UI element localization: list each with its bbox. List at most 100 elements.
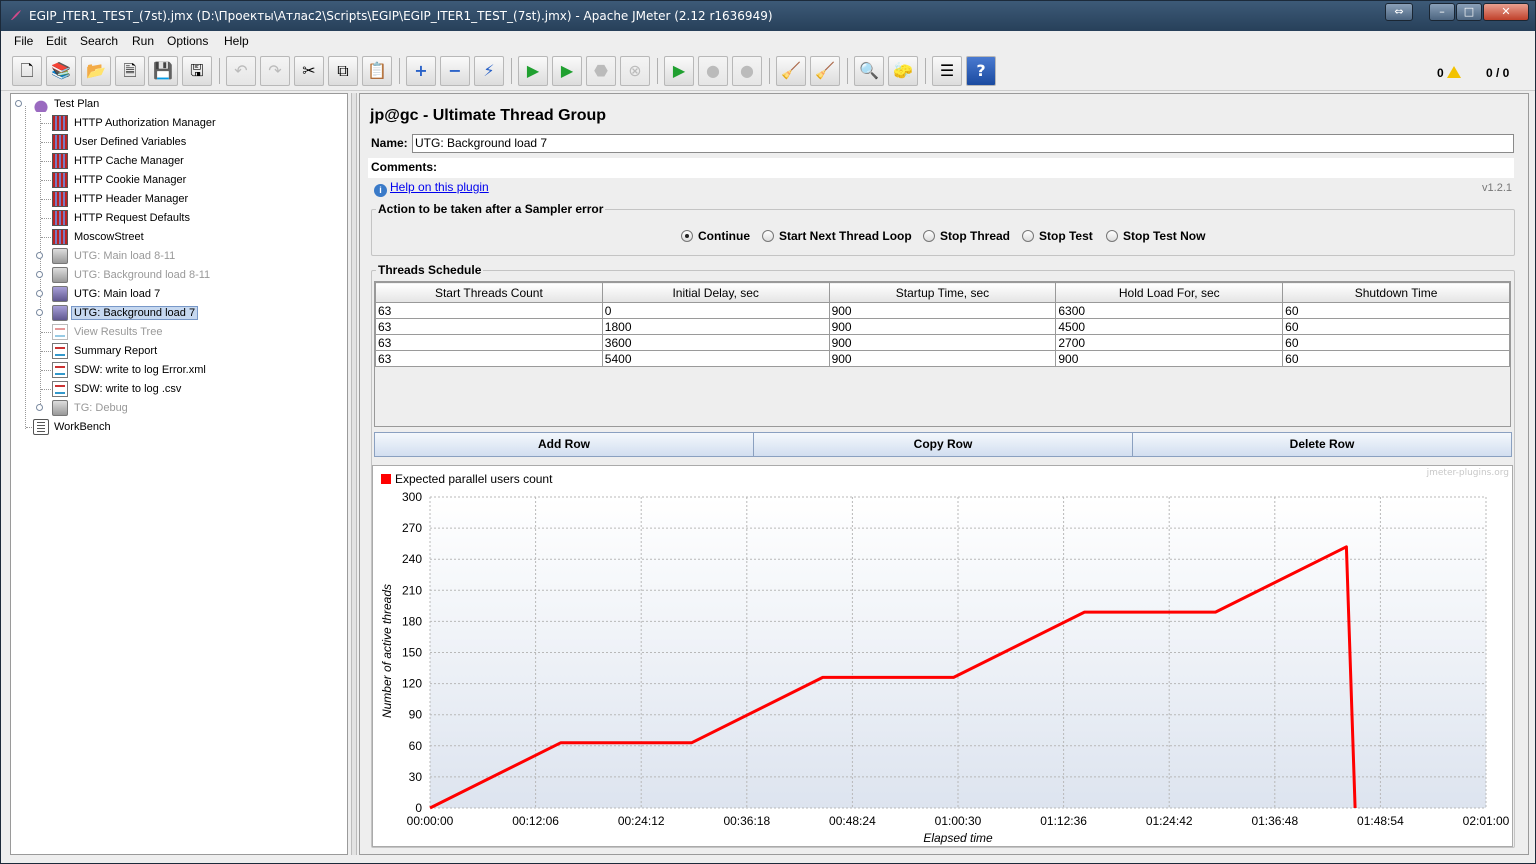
table-cell[interactable]: 4500 <box>1055 318 1284 335</box>
tree-node-sdw-error-xml[interactable]: SDW: write to log Error.xml <box>52 361 206 379</box>
menu-run[interactable]: Run <box>132 34 154 48</box>
column-header[interactable]: Start Threads Count <box>375 282 603 303</box>
copy-row-button[interactable]: Copy Row <box>753 432 1133 457</box>
copy-icon[interactable]: ⧉ <box>328 56 358 86</box>
function-helper-icon[interactable]: ☰ <box>932 56 962 86</box>
table-cell[interactable]: 63 <box>375 350 603 367</box>
paste-icon[interactable]: 📋 <box>362 56 392 86</box>
table-cell[interactable]: 1800 <box>601 318 830 335</box>
save-screenshot-icon[interactable]: 🖫 <box>182 56 212 86</box>
radio-stop-test[interactable]: Stop Test <box>1022 229 1093 243</box>
tree-node-tg-debug[interactable]: TG: Debug <box>52 399 128 417</box>
start-no-pauses-icon[interactable]: ▶ <box>552 56 582 86</box>
help-icon[interactable]: ? <box>966 56 996 86</box>
collapse-all-icon[interactable]: − <box>440 56 470 86</box>
remote-start-icon[interactable]: ▶ <box>664 56 694 86</box>
menu-help[interactable]: Help <box>224 34 249 48</box>
tree-node-summary-report[interactable]: Summary Report <box>52 342 157 360</box>
remote-shutdown-icon[interactable]: ● <box>732 56 762 86</box>
clear-icon[interactable]: 🧹 <box>776 56 806 86</box>
menu-file[interactable]: File <box>14 34 33 48</box>
cut-icon[interactable]: ✂ <box>294 56 324 86</box>
table-cell[interactable]: 63 <box>375 334 603 351</box>
expand-toggle[interactable] <box>36 252 43 259</box>
expand-all-icon[interactable]: + <box>406 56 436 86</box>
table-row[interactable]: 63 3600 900 2700 60 <box>375 334 1510 351</box>
menu-options[interactable]: Options <box>167 34 208 48</box>
tree-node-utg-background-7[interactable]: UTG: Background load 7 <box>52 304 199 322</box>
new-icon[interactable]: 🗋 <box>12 56 42 86</box>
menu-edit[interactable]: Edit <box>46 34 67 48</box>
menu-search[interactable]: Search <box>80 34 118 48</box>
tree-node-test-plan[interactable]: Test Plan <box>33 95 99 113</box>
name-field[interactable]: UTG: Background load 7 <box>412 134 1514 153</box>
clear-all-icon[interactable]: 🧹 <box>810 56 840 86</box>
table-cell[interactable]: 60 <box>1282 334 1510 351</box>
table-cell[interactable]: 60 <box>1282 302 1510 319</box>
templates-icon[interactable]: 📚 <box>46 56 76 86</box>
expand-toggle[interactable] <box>36 309 43 316</box>
comments-field[interactable] <box>368 158 1514 178</box>
table-row[interactable]: 63 5400 900 900 60 <box>375 350 1510 367</box>
tree-node-header-manager[interactable]: HTTP Header Manager <box>52 190 188 208</box>
remote-stop-icon[interactable]: ● <box>698 56 728 86</box>
table-cell[interactable]: 5400 <box>601 350 830 367</box>
table-cell[interactable]: 60 <box>1282 318 1510 335</box>
table-cell[interactable]: 60 <box>1282 350 1510 367</box>
add-row-button[interactable]: Add Row <box>374 432 754 457</box>
radio-stop-thread[interactable]: Stop Thread <box>923 229 1010 243</box>
table-row[interactable]: 63 1800 900 4500 60 <box>375 318 1510 335</box>
table-cell[interactable]: 900 <box>1055 350 1284 367</box>
expand-toggle[interactable] <box>15 100 22 107</box>
tree-node-workbench[interactable]: WorkBench <box>33 418 111 436</box>
table-cell[interactable]: 63 <box>375 318 603 335</box>
close-button[interactable]: ✕ <box>1483 3 1529 21</box>
expand-toggle[interactable] <box>36 290 43 297</box>
close-plan-icon[interactable]: 🗎 <box>115 56 145 86</box>
stop-icon[interactable]: ⬣ <box>586 56 616 86</box>
tree-node-moscowstreet[interactable]: MoscowStreet <box>52 228 144 246</box>
table-row[interactable]: 63 0 900 6300 60 <box>375 302 1510 319</box>
table-cell[interactable]: 900 <box>828 318 1057 335</box>
splitter[interactable] <box>351 93 357 855</box>
help-link[interactable]: Help on this plugin <box>390 180 489 194</box>
open-icon[interactable]: 📂 <box>81 56 111 86</box>
tree-node-user-defined-variables[interactable]: User Defined Variables <box>52 133 186 151</box>
table-cell[interactable]: 2700 <box>1055 334 1284 351</box>
radio-stop-test-now[interactable]: Stop Test Now <box>1106 229 1205 243</box>
maximize-button[interactable]: □ <box>1456 3 1482 21</box>
redo-icon[interactable]: ↷ <box>260 56 290 86</box>
tree-node-auth-manager[interactable]: HTTP Authorization Manager <box>52 114 216 132</box>
tree-node-cookie-manager[interactable]: HTTP Cookie Manager <box>52 171 186 189</box>
save-icon[interactable]: 💾 <box>148 56 178 86</box>
expand-toggle[interactable] <box>36 271 43 278</box>
warning-count[interactable]: 0 <box>1437 66 1461 80</box>
toggle-icon[interactable]: ⚡ <box>474 56 504 86</box>
table-cell[interactable]: 900 <box>828 334 1057 351</box>
column-header[interactable]: Hold Load For, sec <box>1055 282 1284 303</box>
table-cell[interactable]: 3600 <box>601 334 830 351</box>
restore-button[interactable]: ⇔ <box>1385 3 1413 21</box>
table-cell[interactable]: 900 <box>828 350 1057 367</box>
table-cell[interactable]: 63 <box>375 302 603 319</box>
radio-start-next-loop[interactable]: Start Next Thread Loop <box>762 229 912 243</box>
tree-node-cache-manager[interactable]: HTTP Cache Manager <box>52 152 184 170</box>
column-header[interactable]: Initial Delay, sec <box>601 282 830 303</box>
table-cell[interactable]: 900 <box>828 302 1057 319</box>
shutdown-icon[interactable]: ⊗ <box>620 56 650 86</box>
search-icon[interactable]: 🔍 <box>854 56 884 86</box>
reset-search-icon[interactable]: 🧽 <box>888 56 918 86</box>
table-cell[interactable]: 0 <box>601 302 830 319</box>
tree-node-view-results-tree[interactable]: View Results Tree <box>52 323 162 341</box>
undo-icon[interactable]: ↶ <box>226 56 256 86</box>
minimize-button[interactable]: – <box>1429 3 1455 21</box>
tree-node-sdw-csv[interactable]: SDW: write to log .csv <box>52 380 181 398</box>
column-header[interactable]: Shutdown Time <box>1282 282 1510 303</box>
table-cell[interactable]: 6300 <box>1055 302 1284 319</box>
tree-node-request-defaults[interactable]: HTTP Request Defaults <box>52 209 190 227</box>
delete-row-button[interactable]: Delete Row <box>1132 432 1512 457</box>
tree-node-utg-main-8-11[interactable]: UTG: Main load 8-11 <box>52 247 175 265</box>
column-header[interactable]: Startup Time, sec <box>828 282 1057 303</box>
tree-node-utg-background-8-11[interactable]: UTG: Background load 8-11 <box>52 266 210 284</box>
tree-node-utg-main-7[interactable]: UTG: Main load 7 <box>52 285 160 303</box>
